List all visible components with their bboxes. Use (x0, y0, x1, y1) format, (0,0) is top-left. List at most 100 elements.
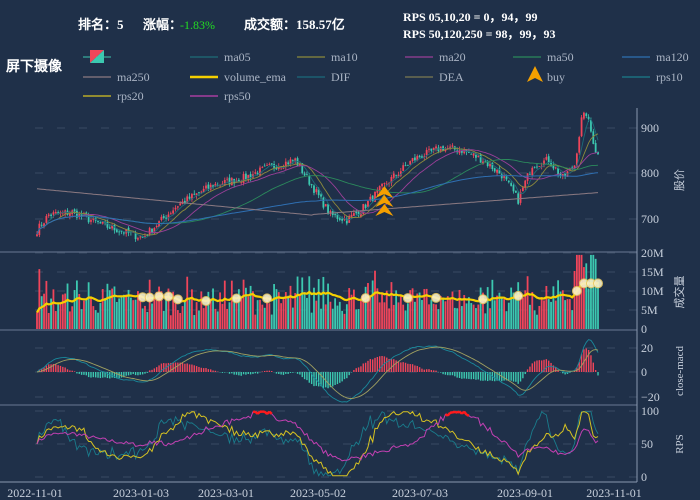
legend-item-ma20: ma20 (405, 50, 466, 64)
candle-body (496, 169, 498, 173)
candle-body (226, 178, 229, 180)
macd-bar (66, 369, 69, 372)
rps-strong-segment (463, 410, 468, 416)
volume-signal-dot (201, 296, 212, 307)
macd-bar (289, 372, 292, 373)
candle-body (521, 187, 524, 192)
macd-bar (343, 372, 346, 380)
legend-item-DEA: DEA (405, 70, 464, 84)
volume-bar (564, 300, 567, 329)
volume-bar (531, 291, 534, 329)
y-axis-title: close-macd (674, 345, 686, 396)
candle-body (315, 189, 318, 193)
volume-bar (228, 302, 231, 329)
volume-bar (338, 301, 341, 329)
candle-body (245, 173, 247, 180)
volume-bar (404, 310, 407, 329)
y-axis-title: 成交量 (672, 276, 686, 309)
volume-bar (245, 287, 247, 329)
macd-bar (421, 368, 423, 372)
macd-bar (278, 372, 280, 375)
macd-bar (562, 372, 564, 374)
macd-bar (308, 372, 310, 383)
volume-bar (557, 280, 559, 329)
volume-bar (547, 299, 550, 329)
volume-bar (83, 300, 85, 329)
volume-bar (348, 288, 351, 329)
volume-bar (550, 301, 552, 329)
candle-body (489, 163, 491, 167)
candle-body (510, 183, 513, 186)
volume-bar (80, 309, 83, 329)
volume-signal-dot (163, 291, 174, 302)
macd-bar (205, 367, 207, 372)
macd-bar (585, 348, 587, 372)
macd-bar (313, 372, 315, 387)
volume-bar (568, 299, 571, 329)
volume-bar (113, 286, 116, 329)
macd-bar (120, 372, 123, 378)
legend-item-rps20: rps20 (83, 89, 144, 103)
candle-body (313, 185, 315, 193)
macd-bar (62, 366, 64, 372)
macd-bar (533, 361, 536, 372)
macd-bar (371, 359, 374, 372)
candle-body (493, 168, 496, 172)
macd-bar (296, 372, 299, 374)
legend-item-buy: buy (527, 66, 565, 84)
volume-bar (493, 300, 496, 329)
macd-bar (141, 372, 144, 375)
y-tick-label: 15M (641, 265, 664, 279)
macd-bar (346, 372, 348, 379)
macd-bar (341, 372, 343, 382)
macd-bar (400, 362, 402, 372)
candle-body (52, 212, 55, 215)
macd-bar (134, 372, 137, 376)
volume-bar (526, 276, 529, 329)
volume-bar (329, 301, 332, 329)
volume-bar (270, 314, 273, 329)
volume-bar (223, 280, 226, 329)
macd-bar (306, 372, 308, 381)
macd-bar (144, 372, 146, 374)
volume-bar (439, 295, 442, 329)
macd-bar (414, 365, 416, 372)
volume-bar (334, 298, 337, 329)
volume-bar (303, 292, 306, 329)
volume-bar (118, 298, 121, 329)
candle-body (254, 172, 257, 174)
candle-body (99, 222, 102, 224)
macd-bar (463, 372, 465, 379)
volume-bar (566, 299, 569, 329)
volume-bar (73, 290, 76, 329)
macd-bar (425, 369, 428, 372)
legend-label: buy (547, 70, 565, 84)
volume-bar (57, 303, 60, 329)
volume-bar (216, 311, 219, 329)
macd-bar (186, 363, 188, 372)
volume-signal-dot (360, 293, 371, 304)
volume-bar (571, 310, 574, 329)
volume-bar (242, 279, 245, 329)
candle-body (470, 153, 473, 155)
rps-strong-segment (454, 410, 458, 414)
macd-bar (515, 372, 517, 382)
macd-bar (468, 372, 470, 379)
candle-body (73, 209, 76, 212)
volume-bar (324, 304, 327, 329)
macd-bar (50, 364, 52, 372)
candle-body (352, 213, 355, 216)
volume-bar (59, 303, 62, 329)
volume-bar (38, 269, 41, 329)
legend-label: ma250 (117, 70, 150, 84)
candle-body (334, 214, 337, 215)
macd-bar (301, 372, 303, 378)
legend-item-rps10: rps10 (622, 70, 683, 84)
volume-signal-dot (154, 291, 165, 302)
candle-body (287, 162, 290, 165)
volume-bar (226, 308, 229, 329)
macd-bar (364, 362, 367, 372)
y-axis-title: RPS (674, 434, 686, 454)
volume-bar (308, 276, 311, 329)
volume-bar (543, 300, 545, 329)
